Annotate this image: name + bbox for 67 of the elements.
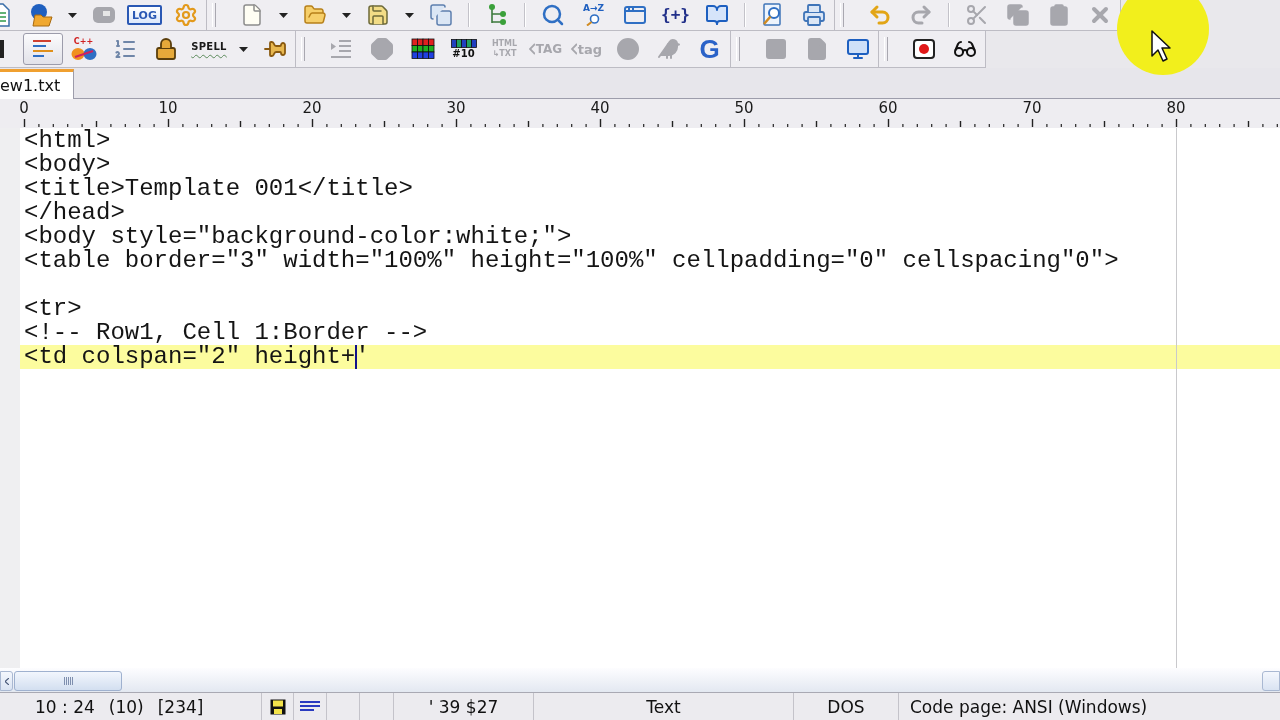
settings-icon[interactable]	[173, 3, 198, 27]
globe-folder-icon[interactable]	[28, 3, 53, 27]
padlock-icon[interactable]	[153, 37, 178, 61]
search-icon[interactable]	[540, 3, 565, 27]
color-grid-icon[interactable]	[410, 37, 435, 61]
file-tab[interactable]: ew1.txt	[0, 69, 75, 99]
ruler-number: 20	[302, 101, 322, 116]
code-line: <html>	[24, 129, 111, 153]
code-line: <tr>	[24, 297, 82, 321]
folder-icon[interactable]	[302, 3, 327, 27]
spell-button[interactable]: SPELL	[191, 42, 227, 56]
scroll-right-button[interactable]	[1262, 671, 1280, 691]
file-mode: Text	[646, 696, 681, 717]
scroll-left-button[interactable]	[0, 671, 13, 691]
braces-button[interactable]: {+}	[661, 7, 690, 23]
grid-number-button[interactable]: #10	[450, 39, 477, 59]
save-icon[interactable]	[365, 3, 390, 27]
monitor-icon[interactable]	[845, 37, 870, 61]
code-line: <td colspan="2" height+'	[24, 345, 370, 369]
code-line: </head>	[24, 201, 125, 225]
ruler-number: 80	[1166, 101, 1186, 116]
caret-icon[interactable]	[67, 12, 77, 18]
text-lines-icon	[300, 700, 320, 713]
ruler-number: 0	[19, 101, 29, 116]
g-letter-button[interactable]: G	[699, 36, 720, 62]
ruler-number: 40	[590, 101, 610, 116]
ruler-number: 50	[734, 101, 754, 116]
mouse-pointer-icon	[1116, 0, 1210, 76]
toggle-button[interactable]	[22, 33, 63, 65]
swirl-icon	[70, 46, 97, 61]
grid-icon	[450, 39, 477, 48]
caret-icon[interactable]	[278, 12, 288, 18]
code-line: <table border="3" width="100%" height="100%" cellpadding="0" cellspacing"0">	[24, 249, 1119, 273]
code-line: <body style="background-color:white;">	[24, 225, 572, 249]
character-code: ' 39 $27	[428, 696, 499, 717]
status-text: [234]	[157, 696, 204, 717]
ruler-number: 70	[1022, 101, 1042, 116]
tag-point-icon	[570, 43, 577, 55]
code-page: Code page: ANSI (Windows)	[910, 696, 1148, 717]
caret-icon[interactable]	[404, 12, 414, 18]
syntax-button[interactable]: C++	[70, 37, 97, 61]
printer-icon[interactable]	[801, 3, 826, 27]
search-icon	[586, 14, 601, 26]
chevron-left-icon	[4, 677, 9, 685]
book-icon[interactable]	[704, 3, 729, 27]
ruler-number: 10	[158, 101, 178, 116]
grip-icon	[63, 677, 73, 685]
scrollbar-thumb[interactable]	[14, 671, 122, 691]
numbered-list-icon[interactable]	[112, 37, 137, 61]
ruler-number: 60	[878, 101, 898, 116]
status-text: (10)	[108, 696, 144, 717]
ruler-number: 30	[446, 101, 466, 116]
code-line: <!-- Row1, Cell 1:Border -->	[24, 321, 428, 345]
record-icon[interactable]	[911, 37, 936, 61]
log-button[interactable]: LOG	[127, 5, 162, 25]
line-break-type: DOS	[827, 696, 865, 717]
window-search-icon[interactable]	[622, 3, 647, 27]
caret-icon[interactable]	[238, 46, 248, 52]
save-icon	[269, 698, 286, 715]
caret-icon[interactable]	[341, 12, 351, 18]
horizontal-scrollbar[interactable]	[0, 668, 1280, 693]
code-line: <body>	[24, 153, 111, 177]
cursor-position: 10 : 24	[35, 696, 95, 717]
sort-button[interactable]: A→Z	[582, 4, 604, 26]
stacked-disks-icon[interactable]	[428, 3, 453, 27]
code-line: <title>Template 001</title>	[24, 177, 413, 201]
tag-point-icon	[528, 43, 535, 55]
